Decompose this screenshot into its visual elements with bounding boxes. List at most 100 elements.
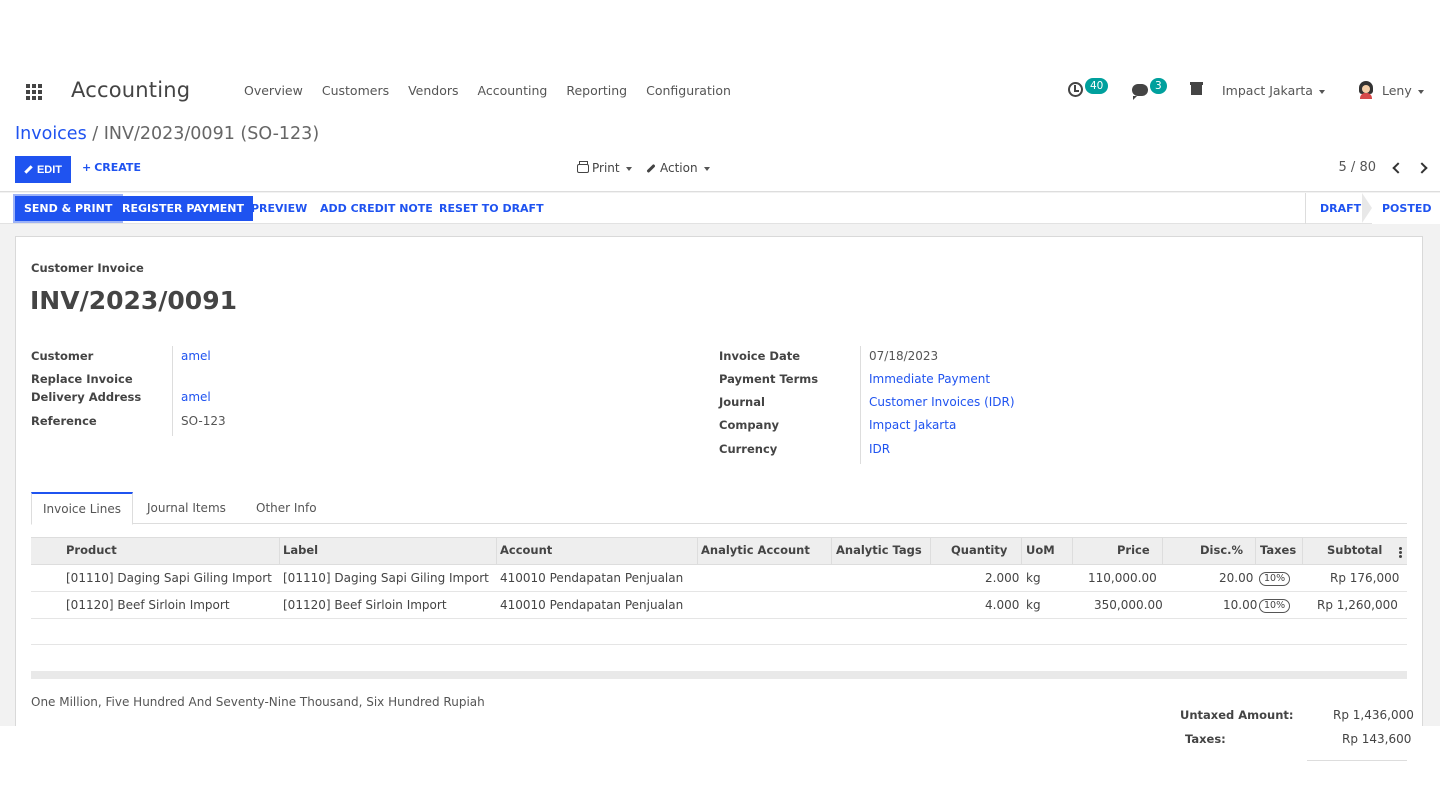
- create-button[interactable]: + CREATE: [82, 161, 141, 174]
- cell-label: [01110] Daging Sapi Giling Import: [283, 571, 489, 585]
- tab-other-info[interactable]: Other Info: [245, 492, 328, 524]
- app-title: Accounting: [71, 78, 191, 102]
- table-row[interactable]: [01110] Daging Sapi Giling Import [01110…: [31, 565, 1407, 592]
- cell-quantity: 4.000: [985, 598, 1020, 612]
- preview-button[interactable]: PREVIEW: [251, 196, 307, 221]
- edit-button[interactable]: EDIT: [15, 156, 71, 183]
- invoice-date-label: Invoice Date: [719, 349, 801, 363]
- breadcrumb-separator: /: [92, 124, 99, 144]
- stage-divider: [1305, 193, 1306, 224]
- column-header-price[interactable]: Price: [1117, 543, 1150, 557]
- column-separator: [279, 538, 280, 565]
- column-header-product[interactable]: Product: [66, 543, 117, 557]
- menu-item-customers[interactable]: Customers: [322, 83, 389, 98]
- cell-uom: kg: [1026, 571, 1041, 585]
- reset-to-draft-button[interactable]: RESET TO DRAFT: [439, 196, 544, 221]
- chevron-down-icon: [703, 166, 710, 171]
- tab-invoice-lines[interactable]: Invoice Lines: [31, 492, 133, 525]
- status-bar: SEND & PRINT REGISTER PAYMENT PREVIEW AD…: [0, 193, 1440, 224]
- untaxed-amount-value: Rp 1,436,000: [1333, 708, 1414, 722]
- menu-item-accounting[interactable]: Accounting: [478, 83, 548, 98]
- reference-label: Reference: [31, 414, 97, 428]
- chevron-down-icon: [1318, 89, 1325, 94]
- chevron-left-icon[interactable]: [1392, 161, 1404, 174]
- add-credit-note-button[interactable]: ADD CREDIT NOTE: [320, 196, 433, 221]
- column-header-analytic-tags[interactable]: Analytic Tags: [836, 543, 922, 557]
- empty-row: [31, 619, 1407, 645]
- menu-item-vendors[interactable]: Vendors: [408, 83, 458, 98]
- customer-label: Customer: [31, 349, 94, 363]
- table-footer-bar: [31, 671, 1407, 679]
- tax-tag: 10%: [1259, 599, 1291, 613]
- apps-grid-icon[interactable]: [26, 84, 42, 100]
- company-value[interactable]: Impact Jakarta: [869, 418, 956, 432]
- control-panel: Invoices / INV/2023/0091 (SO-123) EDIT +…: [0, 114, 1440, 192]
- table-row[interactable]: [01120] Beef Sirloin Import [01120] Beef…: [31, 592, 1407, 619]
- journal-value[interactable]: Customer Invoices (IDR): [869, 395, 1015, 409]
- message-badge: 3: [1150, 78, 1167, 94]
- breadcrumb-current: INV/2023/0091 (SO-123): [103, 124, 320, 144]
- chevron-down-icon: [625, 166, 632, 171]
- column-header-taxes[interactable]: Taxes: [1260, 543, 1296, 557]
- column-header-discount[interactable]: Disc.%: [1200, 543, 1243, 557]
- send-print-button[interactable]: SEND & PRINT: [12, 194, 124, 223]
- journal-label: Journal: [719, 395, 765, 409]
- stage-posted[interactable]: POSTED: [1372, 193, 1440, 224]
- payment-terms-value[interactable]: Immediate Payment: [869, 372, 990, 386]
- printer-icon: [577, 161, 589, 173]
- column-separator: [1072, 538, 1073, 565]
- stage-draft[interactable]: DRAFT: [1320, 193, 1361, 224]
- column-header-quantity[interactable]: Quantity: [951, 543, 1007, 557]
- totals-divider: [1307, 760, 1407, 761]
- pager-value[interactable]: 5 / 80: [1339, 160, 1376, 175]
- stage-arrow: [1362, 193, 1372, 223]
- menu-item-reporting[interactable]: Reporting: [566, 83, 627, 98]
- avatar: [1358, 81, 1374, 99]
- register-payment-button[interactable]: REGISTER PAYMENT: [113, 196, 253, 221]
- tab-journal-items[interactable]: Journal Items: [136, 492, 237, 524]
- column-header-label[interactable]: Label: [283, 543, 318, 557]
- top-blank-area: [0, 0, 1440, 68]
- cell-product: [01110] Daging Sapi Giling Import: [66, 571, 272, 585]
- gift-icon: [1190, 82, 1203, 95]
- breadcrumb-invoices-link[interactable]: Invoices: [15, 124, 87, 144]
- action-label: Action: [660, 161, 698, 175]
- customer-value[interactable]: amel: [181, 349, 211, 363]
- cell-price: 110,000.00: [1088, 571, 1157, 585]
- menu-item-overview[interactable]: Overview: [244, 83, 303, 98]
- currency-value[interactable]: IDR: [869, 442, 890, 456]
- column-separator: [1162, 538, 1163, 565]
- cell-product: [01120] Beef Sirloin Import: [66, 598, 230, 612]
- optional-columns-icon[interactable]: [1399, 547, 1402, 550]
- clock-icon: [1068, 82, 1083, 97]
- cell-quantity: 2.000: [985, 571, 1020, 585]
- column-header-analytic-account[interactable]: Analytic Account: [701, 543, 810, 557]
- print-label: Print: [592, 161, 620, 175]
- column-header-uom[interactable]: UoM: [1026, 543, 1055, 557]
- taxes-label: Taxes:: [1185, 732, 1226, 746]
- untaxed-amount-label: Untaxed Amount:: [1180, 708, 1294, 722]
- menu-item-configuration[interactable]: Configuration: [646, 83, 731, 98]
- reference-value: SO-123: [181, 414, 226, 428]
- column-header-account[interactable]: Account: [500, 543, 552, 557]
- create-label: CREATE: [94, 161, 141, 174]
- tax-tag: 10%: [1259, 572, 1291, 586]
- print-dropdown[interactable]: Print: [577, 161, 632, 175]
- currency-label: Currency: [719, 442, 778, 456]
- delivery-address-label: Delivery Address: [31, 390, 142, 404]
- cell-taxes: 10%: [1259, 597, 1291, 613]
- chevron-right-icon[interactable]: [1416, 161, 1428, 174]
- pencil-icon: [24, 165, 33, 174]
- pager: 5 / 80: [1339, 160, 1430, 175]
- action-dropdown[interactable]: Action: [646, 161, 710, 175]
- cell-taxes: 10%: [1259, 570, 1291, 586]
- activity-badge: 40: [1085, 78, 1109, 94]
- company-switcher[interactable]: Impact Jakarta: [1222, 83, 1325, 98]
- delivery-address-value[interactable]: amel: [181, 390, 211, 404]
- cell-account: 410010 Pendapatan Penjualan: [500, 598, 684, 612]
- column-header-subtotal[interactable]: Subtotal: [1327, 543, 1382, 557]
- cell-subtotal: Rp 176,000: [1330, 571, 1400, 585]
- wrench-icon: [646, 163, 656, 174]
- column-separator: [1302, 538, 1303, 565]
- column-separator: [697, 538, 698, 565]
